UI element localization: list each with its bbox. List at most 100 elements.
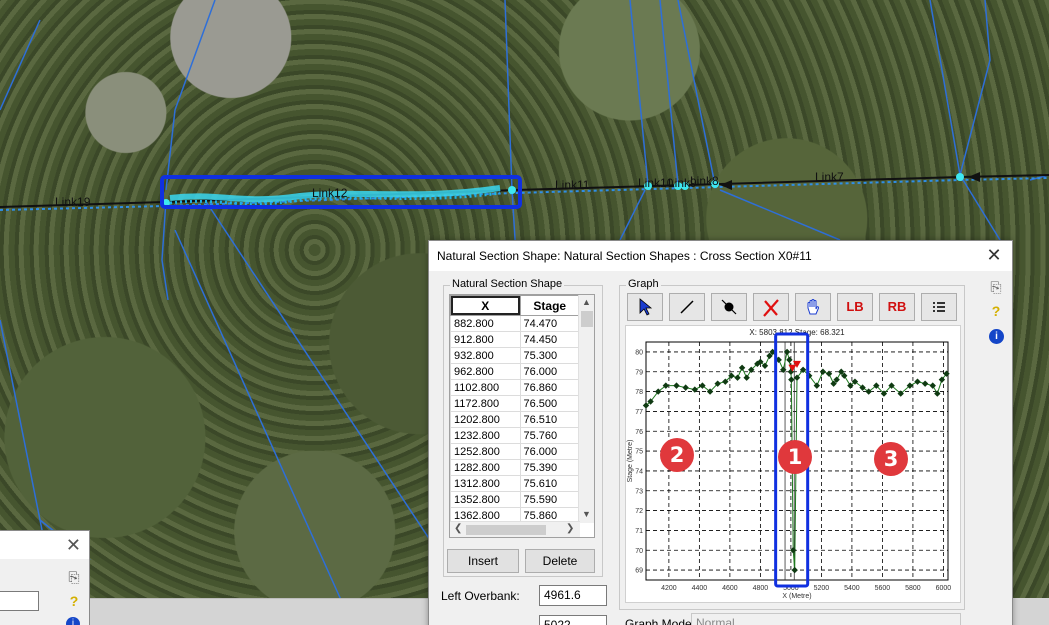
natural-section-dialog: Natural Section Shape: Natural Section S… <box>428 240 1013 625</box>
link-label-12[interactable]: Link12 <box>312 186 347 200</box>
cell-x[interactable]: 962.800 <box>450 363 521 380</box>
hscroll-thumb[interactable] <box>466 525 546 535</box>
table-vertical-scrollbar[interactable]: ▲ ▼ <box>578 295 594 523</box>
cell-x[interactable]: 1282.800 <box>450 459 521 476</box>
y-tick-label: 75 <box>635 449 643 456</box>
help-icon[interactable]: ? <box>987 303 1005 319</box>
x-tick-label: 5400 <box>844 585 860 592</box>
cell-stage[interactable]: 74.470 <box>519 315 581 332</box>
table-row[interactable]: 1352.800 75.590 <box>450 491 581 508</box>
select-tool-button[interactable] <box>627 293 663 321</box>
section-table[interactable]: X Stage 882.800 74.470 912.800 74.450 932.80… <box>449 294 595 538</box>
y-tick-label: 74 <box>635 468 643 475</box>
hand-icon <box>807 299 820 315</box>
pan-tool-button[interactable] <box>795 293 831 321</box>
table-row[interactable]: 1312.800 75.610 <box>450 475 581 492</box>
link-label-8[interactable]: Link8 <box>690 174 719 188</box>
right-overbank-field[interactable]: 5022 <box>539 615 607 625</box>
cell-stage[interactable]: 74.450 <box>519 331 581 348</box>
cell-x[interactable]: 1202.800 <box>450 411 521 428</box>
x-tick-label: 4400 <box>692 585 708 592</box>
cell-x[interactable]: 1232.800 <box>450 427 521 444</box>
left-bank-button[interactable]: LB <box>837 293 873 321</box>
list-icon <box>933 302 945 312</box>
cell-x[interactable]: 1352.800 <box>450 491 521 508</box>
table-row[interactable]: 1172.800 76.500 <box>450 395 581 412</box>
table-body[interactable]: 882.800 74.470 912.800 74.450 932.800 75.300 9… <box>450 315 581 524</box>
cell-stage[interactable]: 76.000 <box>519 363 581 380</box>
table-row[interactable]: 1202.800 76.510 <box>450 411 581 428</box>
close-icon[interactable]: ✕ <box>984 245 1004 265</box>
x-tick-label: 4200 <box>661 585 677 592</box>
cell-stage[interactable]: 76.000 <box>519 443 581 460</box>
left-overbank-field[interactable]: 4961.6 <box>539 585 607 606</box>
cell-x[interactable]: 1102.800 <box>450 379 521 396</box>
cell-x[interactable]: 1252.800 <box>450 443 521 460</box>
info-icon[interactable]: i <box>66 617 80 625</box>
scroll-right-icon[interactable]: ❯ <box>566 523 574 534</box>
y-tick-label: 71 <box>635 528 643 535</box>
x-tick-label: 5800 <box>905 585 921 592</box>
cell-stage[interactable]: 75.610 <box>519 475 581 492</box>
scroll-up-icon[interactable]: ▲ <box>582 297 591 307</box>
table-row[interactable]: 1232.800 75.760 <box>450 427 581 444</box>
graph-legend: Graph <box>626 278 661 290</box>
graph-mode-label: Graph Mode <box>625 617 692 625</box>
cross-section-graph[interactable]: 4200 4400 4600 4800 5000 5200 5400 5600 5800 6000… <box>625 325 961 603</box>
status-strip <box>90 598 428 625</box>
cell-stage[interactable]: 76.860 <box>519 379 581 396</box>
secondary-dialog: ✕ ⎘ ? i <box>0 530 90 625</box>
cell-x[interactable]: 932.800 <box>450 347 521 364</box>
insert-button[interactable]: Insert <box>447 549 519 573</box>
y-tick-label: 69 <box>635 568 643 575</box>
x-tick-label: 5600 <box>875 585 891 592</box>
info-icon[interactable]: i <box>989 329 1004 344</box>
column-header-x[interactable]: X <box>450 295 521 316</box>
help-icon[interactable]: ? <box>65 593 83 609</box>
y-tick-label: 70 <box>635 548 643 555</box>
table-row[interactable]: 932.800 75.300 <box>450 347 581 364</box>
y-tick-label: 77 <box>635 409 643 416</box>
cell-stage[interactable]: 76.510 <box>519 411 581 428</box>
table-row[interactable]: 1282.800 75.390 <box>450 459 581 476</box>
table-row[interactable]: 1102.800 76.860 <box>450 379 581 396</box>
x-tick-label: 5200 <box>814 585 830 592</box>
table-row[interactable]: 882.800 74.470 <box>450 315 581 332</box>
cell-stage[interactable]: 75.590 <box>519 491 581 508</box>
scroll-thumb[interactable] <box>581 311 593 327</box>
delete-point-tool-button[interactable] <box>753 293 789 321</box>
cell-stage[interactable]: 75.390 <box>519 459 581 476</box>
pointer-icon <box>639 298 653 316</box>
cell-stage[interactable]: 76.500 <box>519 395 581 412</box>
link-label-19[interactable]: Link19 <box>55 195 90 209</box>
delete-button[interactable]: Delete <box>525 549 595 573</box>
list-view-button[interactable] <box>921 293 957 321</box>
table-row[interactable]: 912.800 74.450 <box>450 331 581 348</box>
right-bank-button[interactable]: RB <box>879 293 915 321</box>
point-tool-button[interactable] <box>711 293 747 321</box>
cell-x[interactable]: 1312.800 <box>450 475 521 492</box>
link-label-7[interactable]: Link7 <box>815 170 844 184</box>
scroll-left-icon[interactable]: ❮ <box>454 523 462 534</box>
column-header-stage[interactable]: Stage <box>519 295 581 316</box>
y-tick-label: 76 <box>635 429 643 436</box>
cell-stage[interactable]: 75.300 <box>519 347 581 364</box>
table-row[interactable]: 1252.800 76.000 <box>450 443 581 460</box>
line-tool-button[interactable] <box>669 293 705 321</box>
link-label-11[interactable]: Link11 <box>555 178 589 192</box>
scroll-down-icon[interactable]: ▼ <box>582 509 591 519</box>
cell-x[interactable]: 882.800 <box>450 315 521 332</box>
y-tick-label: 79 <box>635 369 643 376</box>
graph-mode-select[interactable]: Normal <box>691 613 961 625</box>
close-icon[interactable]: ✕ <box>66 535 81 556</box>
cell-stage[interactable]: 75.760 <box>519 427 581 444</box>
copy-icon[interactable]: ⎘ <box>987 279 1005 296</box>
table-row[interactable]: 962.800 76.000 <box>450 363 581 380</box>
marker-2: 2 <box>660 438 694 472</box>
secondary-field[interactable] <box>0 591 39 611</box>
copy-icon[interactable]: ⎘ <box>65 569 83 586</box>
cell-x[interactable]: 1172.800 <box>450 395 521 412</box>
y-axis-label: Stage (Metre) <box>627 440 634 483</box>
cell-x[interactable]: 912.800 <box>450 331 521 348</box>
table-horizontal-scrollbar[interactable]: ❮ ❯ <box>450 521 580 537</box>
